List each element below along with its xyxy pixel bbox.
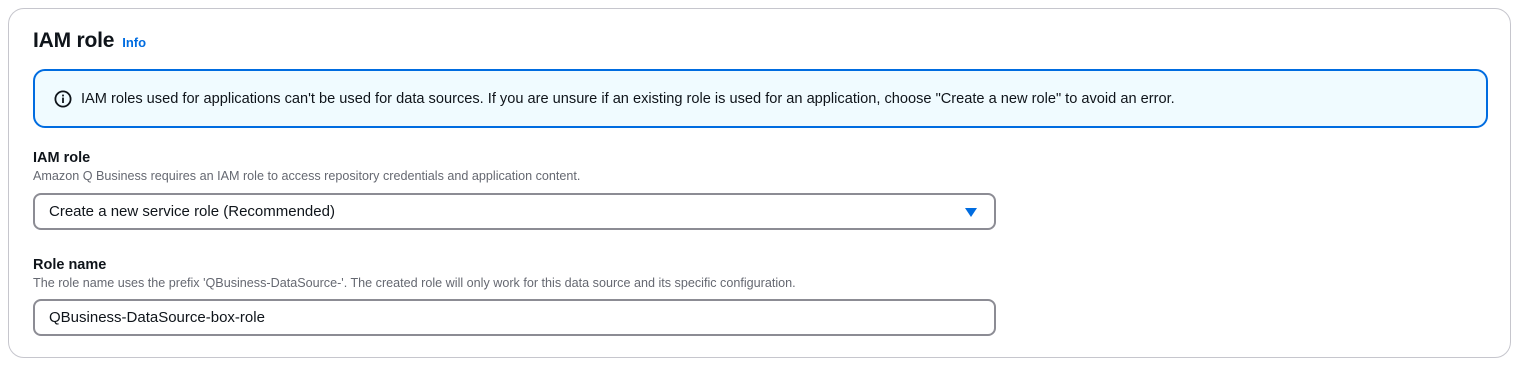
caret-down-icon: [965, 208, 977, 217]
section-title: IAM role: [33, 29, 115, 52]
role-name-value: QBusiness-DataSource-box-role: [49, 309, 265, 326]
iam-role-select[interactable]: Create a new service role (Recommended): [33, 193, 996, 230]
section-header: IAM role Info: [33, 29, 146, 53]
iam-role-description: Amazon Q Business requires an IAM role t…: [33, 169, 581, 183]
role-name-input[interactable]: QBusiness-DataSource-box-role: [33, 299, 996, 336]
alert-text: IAM roles used for applications can't be…: [81, 90, 1175, 107]
iam-role-field: IAM role Amazon Q Business requires an I…: [33, 149, 996, 230]
iam-role-panel: IAM role Info IAM roles used for applica…: [8, 8, 1511, 358]
iam-role-selected-value: Create a new service role (Recommended): [49, 203, 335, 220]
info-link[interactable]: Info: [122, 35, 146, 50]
iam-role-label: IAM role: [33, 150, 91, 166]
role-name-field: Role name The role name uses the prefix …: [33, 256, 996, 336]
role-name-description: The role name uses the prefix 'QBusiness…: [33, 276, 796, 290]
info-circle-icon: [54, 90, 72, 108]
role-name-label: Role name: [33, 257, 107, 273]
info-alert: IAM roles used for applications can't be…: [33, 69, 1488, 128]
